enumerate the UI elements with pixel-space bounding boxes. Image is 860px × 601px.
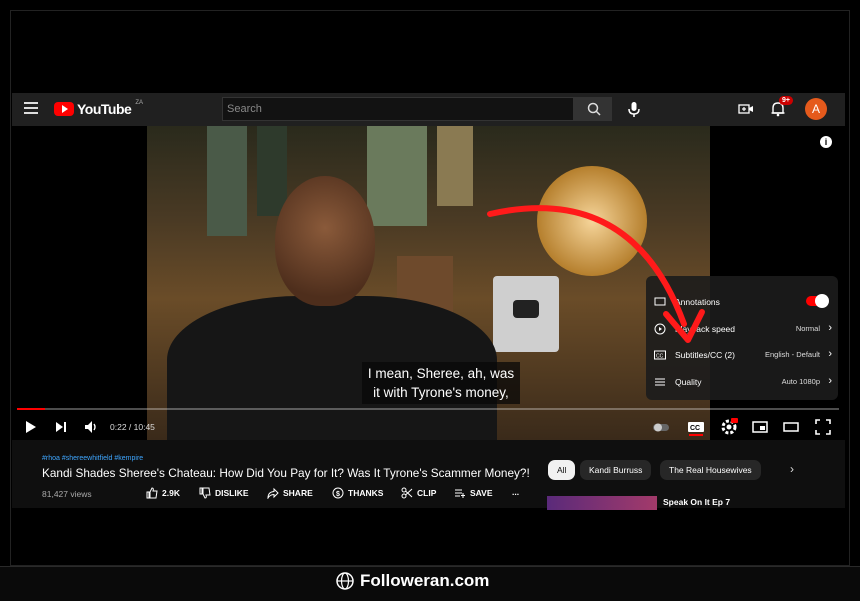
- video-player[interactable]: i I mean, Sheree, ah, was it with Tyrone…: [12, 126, 845, 440]
- hamburger-menu-icon[interactable]: [24, 102, 38, 116]
- next-icon[interactable]: [52, 418, 70, 436]
- miniplayer-icon[interactable]: [751, 418, 769, 436]
- avatar[interactable]: A: [805, 98, 827, 120]
- clip-button[interactable]: CLIP: [401, 487, 436, 499]
- chip-all[interactable]: All: [548, 460, 576, 480]
- share-label: SHARE: [283, 488, 313, 498]
- region-code: ZA: [135, 100, 143, 106]
- time-display: 0:22 / 10:45: [110, 422, 155, 432]
- thumbs-up-icon: [146, 487, 158, 499]
- clip-label: CLIP: [417, 488, 437, 498]
- chevron-right-icon[interactable]: ›: [790, 462, 794, 476]
- video-title: Kandi Shades Sheree's Chateau: How Did Y…: [42, 466, 530, 480]
- save-button[interactable]: SAVE: [454, 487, 493, 499]
- share-button[interactable]: SHARE: [267, 487, 313, 499]
- youtube-logo[interactable]: YouTube ZA: [54, 100, 143, 117]
- search-input[interactable]: Search: [222, 97, 574, 121]
- dislike-button[interactable]: DISLIKE: [199, 487, 249, 499]
- recommended-title[interactable]: Speak On It Ep 7: [663, 497, 730, 507]
- microphone-icon[interactable]: [624, 99, 644, 119]
- autoplay-toggle-icon[interactable]: [652, 418, 670, 436]
- scissors-icon: [401, 487, 413, 499]
- theater-mode-icon[interactable]: [782, 418, 800, 436]
- thanks-icon: $: [332, 487, 344, 499]
- save-playlist-icon: [455, 489, 465, 498]
- chip-real-housewives[interactable]: The Real Housewives: [660, 460, 761, 480]
- youtube-play-icon: [54, 102, 74, 116]
- view-count: 81,427 views: [42, 489, 92, 499]
- svg-text:CC: CC: [690, 425, 700, 432]
- red-arrow-annotation: [487, 205, 705, 343]
- settings-gear-icon[interactable]: [720, 418, 738, 436]
- like-count: 2.9K: [162, 488, 180, 498]
- captions-icon[interactable]: CC: [687, 418, 705, 436]
- search-button[interactable]: [574, 97, 612, 121]
- chip-kandi-burruss[interactable]: Kandi Burruss: [580, 460, 652, 480]
- thumbs-down-icon: [199, 487, 211, 499]
- create-video-icon[interactable]: [738, 101, 754, 117]
- youtube-header: YouTube ZA Search 9+ A: [12, 93, 845, 126]
- notification-badge: 9+: [779, 96, 793, 105]
- volume-icon[interactable]: [82, 418, 100, 436]
- search-icon: [587, 102, 601, 116]
- share-icon: [267, 487, 279, 499]
- progress-fill: [17, 408, 45, 410]
- play-icon[interactable]: [22, 418, 40, 436]
- thanks-label: THANKS: [348, 488, 384, 498]
- video-info-section: #rhoa #shereewhitfield #kempire Kandi Sh…: [12, 440, 845, 510]
- hashtags[interactable]: #rhoa #shereewhitfield #kempire: [42, 455, 143, 462]
- player-controls: 0:22 / 10:45 CC: [12, 414, 845, 440]
- more-icon: ...: [512, 487, 520, 497]
- fullscreen-icon[interactable]: [814, 418, 832, 436]
- watermark-text: Followeran.com: [360, 571, 490, 590]
- progress-bar[interactable]: [17, 408, 839, 410]
- watermark: Followeran.com: [336, 570, 489, 592]
- like-button[interactable]: 2.9K: [146, 487, 180, 499]
- save-label: SAVE: [470, 488, 493, 498]
- thanks-button[interactable]: $ THANKS: [332, 487, 383, 499]
- more-actions-button[interactable]: ...: [512, 487, 519, 497]
- logo-wordmark: YouTube: [77, 101, 132, 117]
- svg-text:$: $: [336, 491, 340, 498]
- globe-icon: [336, 572, 354, 590]
- dislike-label: DISLIKE: [215, 488, 249, 498]
- recommended-thumbnail[interactable]: [547, 496, 657, 510]
